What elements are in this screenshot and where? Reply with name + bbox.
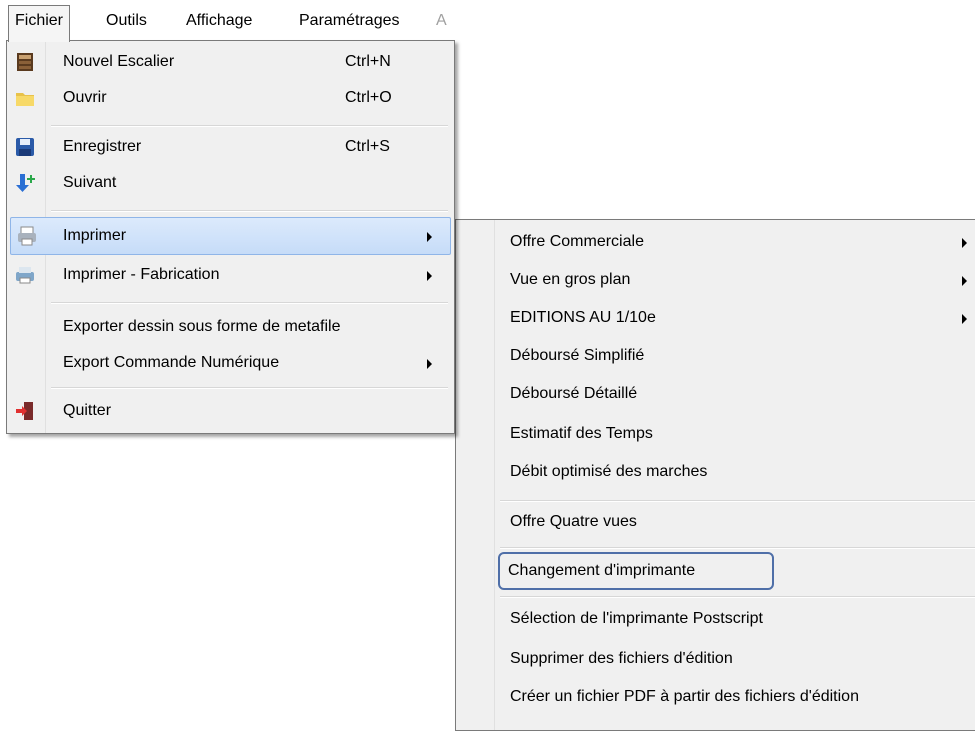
label: Débit optimisé des marches bbox=[510, 463, 708, 480]
menu-affichage[interactable]: Affichage bbox=[180, 6, 258, 36]
label: Sélection de l'imprimante Postscript bbox=[510, 610, 763, 627]
menu-item-nouvel-escalier[interactable]: Nouvel Escalier Ctrl+N bbox=[9, 44, 452, 80]
arrow-down-plus-icon bbox=[16, 174, 35, 192]
shortcut: Ctrl+S bbox=[345, 138, 390, 155]
menu-fichier[interactable]: Fichier bbox=[8, 5, 71, 42]
label: Enregistrer bbox=[63, 138, 142, 155]
submenu-arrow-icon bbox=[427, 232, 432, 242]
label: Exporter dessin sous forme de metafile bbox=[63, 318, 341, 335]
label: Nouvel Escalier bbox=[63, 53, 175, 70]
menu-item-quitter[interactable]: Quitter bbox=[9, 393, 452, 429]
printer-icon bbox=[18, 226, 36, 246]
submenu-item-offre-quatre-vues[interactable]: Offre Quatre vues bbox=[458, 504, 975, 540]
menu-outils[interactable]: Outils bbox=[100, 6, 153, 36]
exit-door-icon bbox=[16, 402, 33, 420]
label: Changement d'imprimante bbox=[508, 562, 696, 579]
label: EDITIONS AU 1/10e bbox=[510, 309, 656, 326]
menu-a[interactable]: A bbox=[430, 6, 453, 36]
menu-fichier-label: Fichier bbox=[15, 12, 64, 29]
menu-parametrages-label: Paramétrages bbox=[299, 12, 400, 29]
shortcut: Ctrl+N bbox=[345, 53, 391, 70]
submenu-arrow-icon bbox=[962, 314, 967, 324]
label: Ouvrir bbox=[63, 89, 107, 106]
fichier-menu: Nouvel Escalier Ctrl+N Ouvrir Ctrl+O Enr… bbox=[6, 40, 455, 434]
imprimer-submenu: Offre Commerciale Vue en gros plan EDITI… bbox=[455, 219, 975, 731]
label: Déboursé Simplifié bbox=[510, 347, 645, 364]
submenu-item-supprimer-fichiers[interactable]: Supprimer des fichiers d'édition bbox=[458, 641, 975, 677]
label: Offre Commerciale bbox=[510, 233, 644, 250]
label: Suivant bbox=[63, 174, 117, 191]
submenu-item-debourse-simplifie[interactable]: Déboursé Simplifié bbox=[458, 338, 975, 374]
label: Offre Quatre vues bbox=[510, 513, 637, 530]
menu-parametrages[interactable]: Paramétrages bbox=[293, 6, 406, 36]
separator bbox=[51, 302, 448, 304]
menu-outils-label: Outils bbox=[106, 12, 147, 29]
menu-item-imprimer-fabrication[interactable]: Imprimer - Fabrication bbox=[9, 257, 452, 293]
menu-item-enregistrer[interactable]: Enregistrer Ctrl+S bbox=[9, 129, 452, 165]
submenu-arrow-icon bbox=[427, 271, 432, 281]
staircase-icon bbox=[17, 53, 33, 71]
submenu-item-debit-optimise[interactable]: Débit optimisé des marches bbox=[458, 454, 975, 490]
label: Quitter bbox=[63, 402, 112, 419]
label: Estimatif des Temps bbox=[510, 425, 653, 442]
label: Imprimer bbox=[63, 227, 127, 244]
submenu-item-debourse-detaille[interactable]: Déboursé Détaillé bbox=[458, 376, 975, 412]
submenu-item-estimatif-des-temps[interactable]: Estimatif des Temps bbox=[458, 416, 975, 452]
menu-item-suivant[interactable]: Suivant bbox=[9, 165, 452, 201]
submenu-arrow-icon bbox=[962, 276, 967, 286]
separator bbox=[51, 210, 448, 212]
submenu-arrow-icon bbox=[427, 359, 432, 369]
label: Créer un fichier PDF à partir des fichie… bbox=[510, 688, 859, 705]
printer-icon bbox=[16, 267, 34, 284]
menu-bar: Fichier Outils Affichage Paramétrages A bbox=[0, 0, 460, 42]
separator bbox=[500, 500, 975, 502]
submenu-item-selection-postscript[interactable]: Sélection de l'imprimante Postscript bbox=[458, 601, 975, 637]
label: Supprimer des fichiers d'édition bbox=[510, 650, 733, 667]
submenu-item-offre-commerciale[interactable]: Offre Commerciale bbox=[458, 224, 975, 260]
folder-icon bbox=[16, 93, 34, 106]
menu-item-exporter-metafile[interactable]: Exporter dessin sous forme de metafile bbox=[9, 309, 452, 345]
submenu-item-vue-en-gros-plan[interactable]: Vue en gros plan bbox=[458, 262, 975, 298]
label: Export Commande Numérique bbox=[63, 354, 280, 371]
separator bbox=[51, 387, 448, 389]
separator bbox=[51, 125, 448, 127]
submenu-arrow-icon bbox=[962, 238, 967, 248]
shortcut: Ctrl+O bbox=[345, 89, 392, 106]
submenu-item-creer-pdf[interactable]: Créer un fichier PDF à partir des fichie… bbox=[458, 679, 975, 715]
menu-affichage-label: Affichage bbox=[186, 12, 253, 29]
submenu-item-editions-au-1-10e[interactable]: EDITIONS AU 1/10e bbox=[458, 300, 975, 336]
label: Imprimer - Fabrication bbox=[63, 266, 220, 283]
floppy-disk-icon bbox=[16, 138, 34, 156]
label: Vue en gros plan bbox=[510, 271, 631, 288]
menu-item-export-commande-numerique[interactable]: Export Commande Numérique bbox=[9, 345, 452, 381]
menu-a-label: A bbox=[436, 12, 447, 29]
submenu-item-changement-imprimante[interactable]: Changement d'imprimante bbox=[498, 552, 774, 590]
menu-item-imprimer[interactable]: Imprimer bbox=[10, 217, 451, 255]
menu-item-ouvrir[interactable]: Ouvrir Ctrl+O bbox=[9, 80, 452, 116]
separator bbox=[500, 547, 975, 549]
label: Déboursé Détaillé bbox=[510, 385, 638, 402]
separator bbox=[500, 596, 975, 598]
